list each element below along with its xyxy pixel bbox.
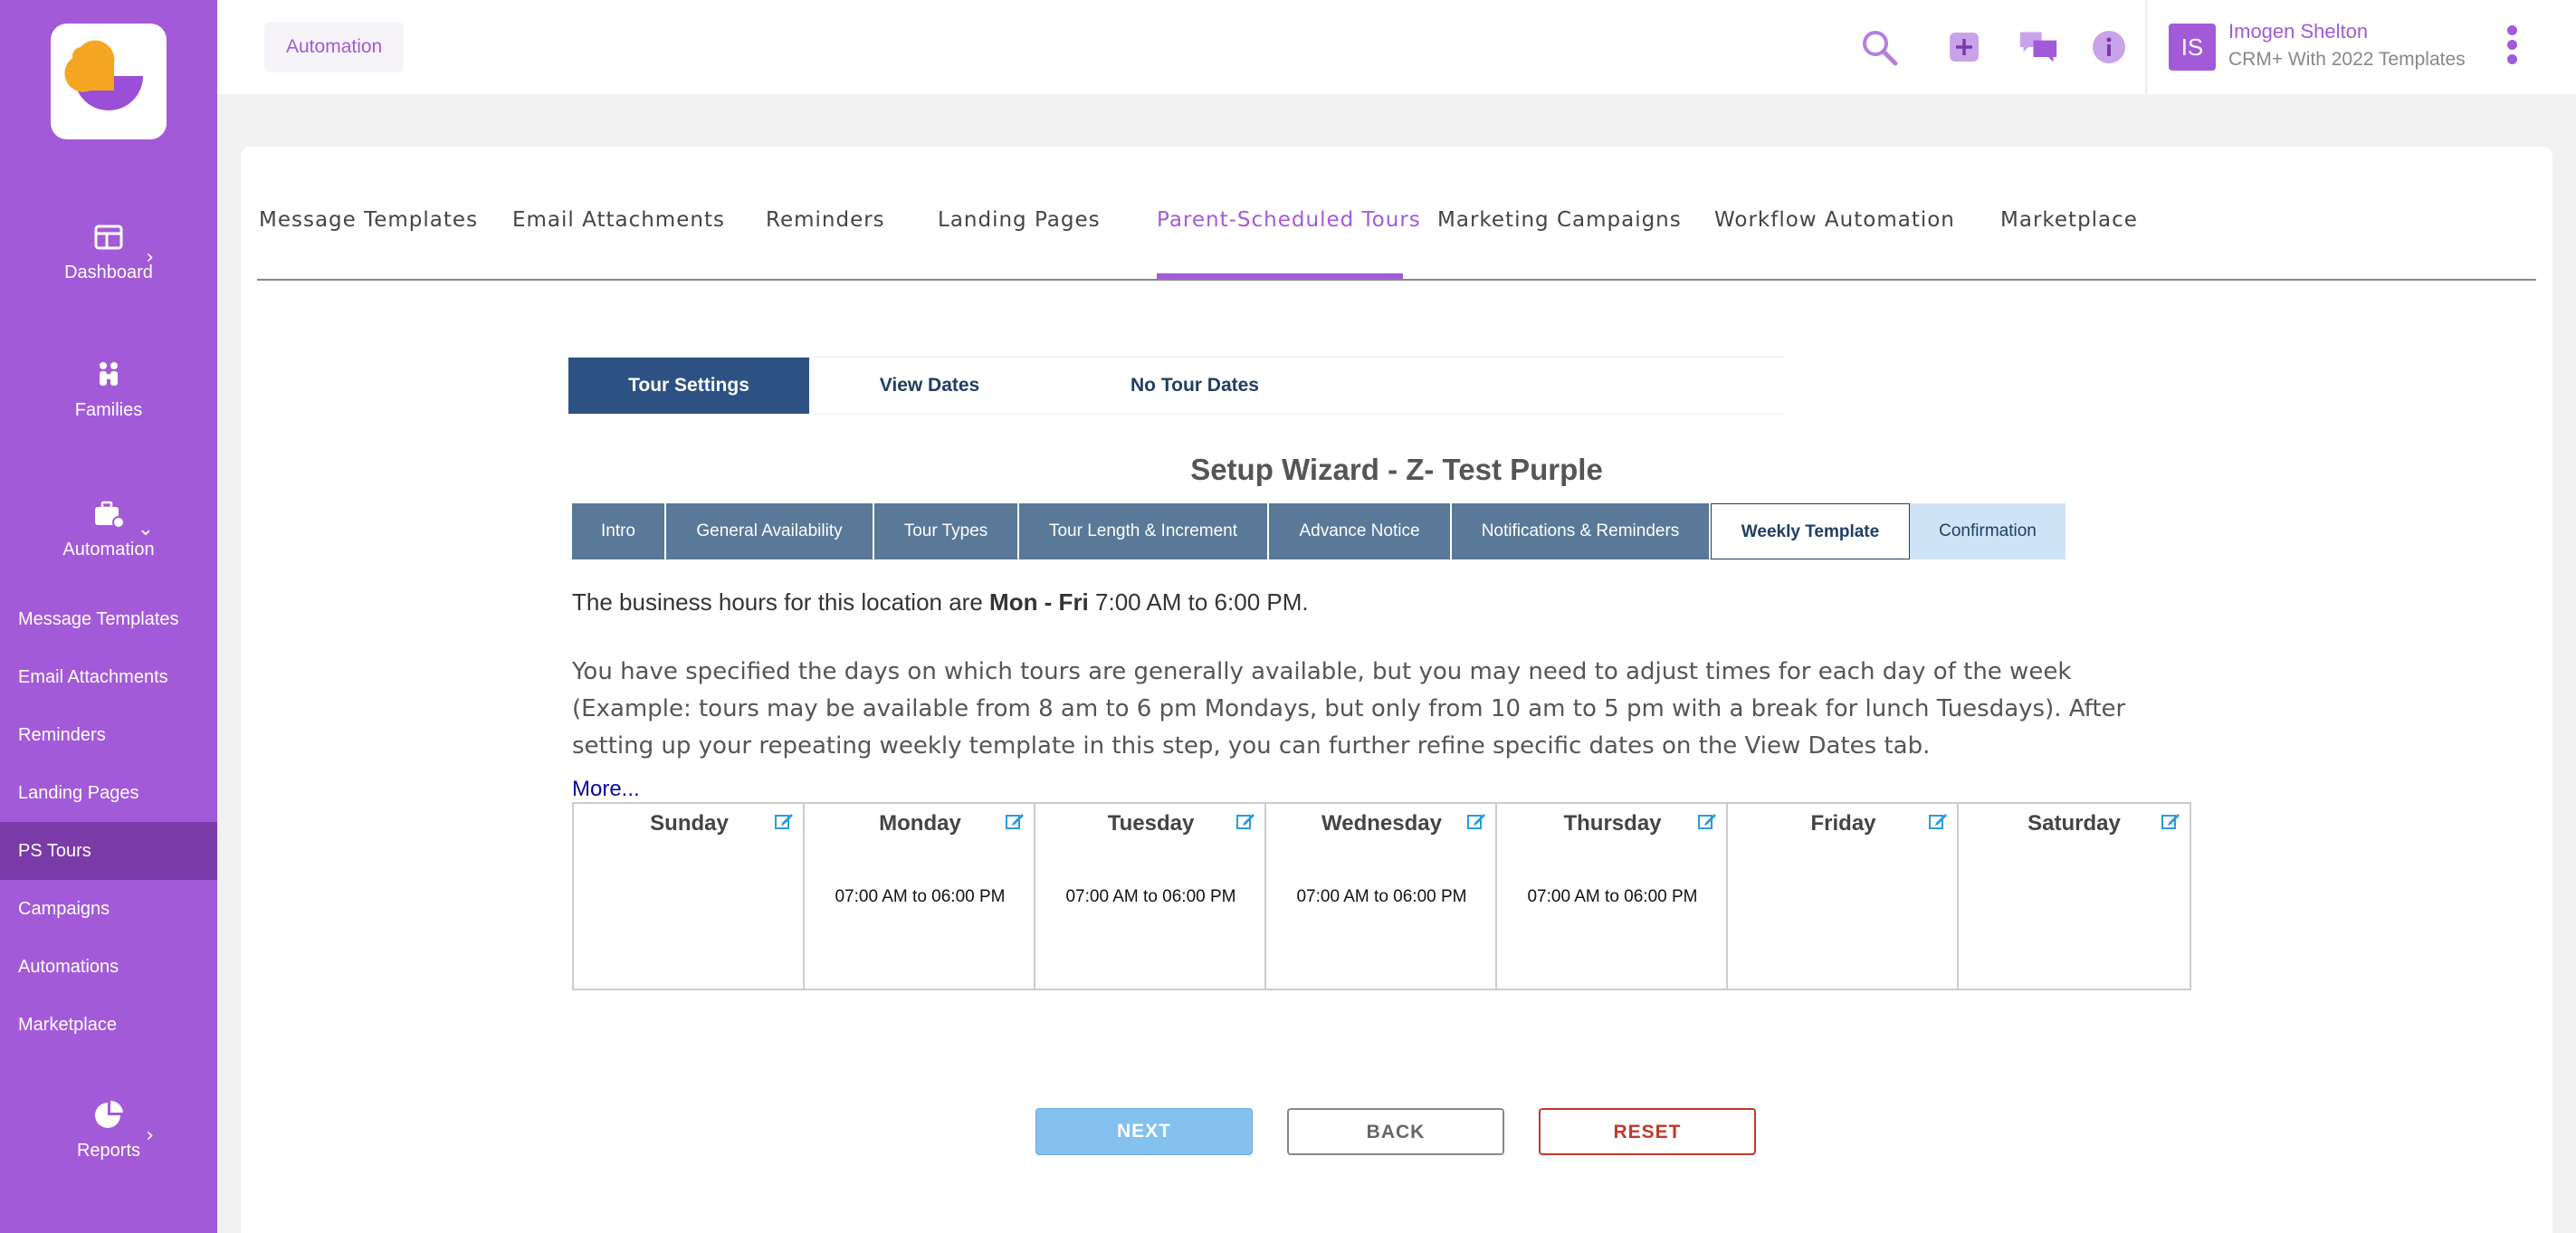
day-column-friday: Friday [1728,804,1959,989]
sidebar-item-label: Automation [62,540,155,559]
app-logo[interactable] [51,24,167,139]
tab-marketing-campaigns[interactable]: Marketing Campaigns [1437,208,1682,232]
sidebar-item-label: Reports [76,1141,141,1161]
module-tabs: Message Templates Email Attachments Remi… [257,147,2536,281]
back-button[interactable]: BACK [1287,1108,1504,1155]
header-divider [2145,0,2147,94]
sub-tabs: Tour Settings View Dates No Tour Dates [568,357,1785,415]
business-hours-days: Mon - Fri [989,588,1089,616]
day-hours: 07:00 AM to 06:00 PM [1527,887,1698,906]
step-description: You have specified the days on which tou… [572,658,2126,760]
active-tab-indicator [1157,273,1403,279]
briefcase-icon [95,501,125,529]
tab-marketplace[interactable]: Marketplace [2000,208,2138,232]
day-hours: 07:00 AM to 06:00 PM [835,887,1006,906]
chevron-down-icon: ⌄ [137,518,154,540]
more-link[interactable]: More... [572,777,640,802]
edit-icon[interactable] [774,811,794,831]
tab-landing-pages[interactable]: Landing Pages [938,208,1101,232]
sidebar-item-automation[interactable]: ⌄ Automation [0,498,217,560]
chevron-right-icon: › [146,246,154,269]
day-name: Thursday [1563,811,1662,836]
step-intro[interactable]: Intro [572,503,666,559]
day-column-wednesday: Wednesday 07:00 AM to 06:00 PM [1266,804,1497,989]
tab-reminders[interactable]: Reminders [766,208,885,232]
day-name: Wednesday [1321,811,1442,836]
user-name[interactable]: Imogen Shelton [2228,20,2368,43]
day-column-monday: Monday 07:00 AM to 06:00 PM [805,804,1035,989]
dashboard-icon [94,225,123,250]
sidebar-link-campaigns[interactable]: Campaigns [0,880,217,938]
business-hours-text: The business hours for this location are… [572,588,1309,616]
day-hours: 07:00 AM to 06:00 PM [1296,887,1467,906]
edit-icon[interactable] [1928,811,1948,831]
day-name: Saturday [2027,811,2121,836]
weekly-template-grid: Sunday Monday 07:00 AM to 06:00 PM Tuesd… [572,802,2191,990]
avatar[interactable]: IS [2169,24,2216,71]
edit-icon[interactable] [1697,811,1717,831]
day-name: Friday [1810,811,1876,836]
day-column-tuesday: Tuesday 07:00 AM to 06:00 PM [1035,804,1266,989]
tab-workflow-automation[interactable]: Workflow Automation [1714,208,1955,232]
sidebar-link-marketplace[interactable]: Marketplace [0,996,217,1054]
step-advance-notice[interactable]: Advance Notice [1269,503,1452,559]
sidebar-link-email-attachments[interactable]: Email Attachments [0,648,217,706]
sidebar-link-reminders[interactable]: Reminders [0,706,217,764]
tab-message-templates[interactable]: Message Templates [259,208,478,232]
day-name: Monday [879,811,961,836]
chevron-right-icon: › [146,1124,154,1147]
day-name: Tuesday [1107,811,1195,836]
next-button[interactable]: NEXT [1035,1108,1253,1155]
sidebar-item-label: Families [74,400,143,420]
step-tour-length[interactable]: Tour Length & Increment [1019,503,1269,559]
sidebar-item-label: Dashboard [64,263,153,282]
day-column-saturday: Saturday [1959,804,2190,989]
step-weekly-template[interactable]: Weekly Template [1711,503,1910,559]
sidebar-item-reports[interactable]: › Reports [0,1099,217,1161]
user-plan: CRM+ With 2022 Templates [2228,49,2466,70]
chat-icon[interactable] [2018,27,2058,67]
logo-icon [64,40,143,110]
edit-icon[interactable] [1466,811,1486,831]
info-icon[interactable] [2089,27,2129,67]
edit-icon[interactable] [2161,811,2180,831]
reset-button[interactable]: RESET [1539,1108,1756,1155]
sidebar-link-automations[interactable]: Automations [0,938,217,996]
edit-icon[interactable] [1236,811,1255,831]
sidebar: › Dashboard Families ⌄ Automation Messag… [0,0,217,1233]
sidebar-item-dashboard[interactable]: › Dashboard [0,221,217,283]
step-tour-types[interactable]: Tour Types [874,503,1019,559]
breadcrumb[interactable]: Automation [264,22,405,72]
main-card: Message Templates Email Attachments Remi… [241,147,2552,1233]
search-icon[interactable] [1859,27,1899,67]
sidebar-link-landing-pages[interactable]: Landing Pages [0,764,217,822]
subtab-no-tour-dates[interactable]: No Tour Dates [1050,358,1340,414]
top-bar: Automation IS Imogen Shelton CRM+ With 2… [217,0,2576,94]
business-hours-range: 7:00 AM to 6:00 PM. [1088,588,1309,616]
step-confirmation[interactable]: Confirmation [1910,503,2066,559]
add-icon[interactable] [1944,27,1984,67]
edit-icon[interactable] [1005,811,1025,831]
family-icon [100,362,118,386]
sidebar-item-families[interactable]: Families [0,358,217,421]
day-name: Sunday [650,811,729,836]
subtab-view-dates[interactable]: View Dates [809,358,1050,414]
business-hours-prefix: The business hours for this location are [572,588,990,616]
pie-chart-icon [95,1101,123,1128]
tab-parent-scheduled-tours[interactable]: Parent-Scheduled Tours [1157,208,1421,232]
sidebar-link-ps-tours[interactable]: PS Tours [0,822,217,880]
subtab-tour-settings[interactable]: Tour Settings [568,358,809,414]
step-notifications[interactable]: Notifications & Reminders [1452,503,1711,559]
day-hours: 07:00 AM to 06:00 PM [1065,887,1236,906]
tab-email-attachments[interactable]: Email Attachments [512,208,725,232]
step-general-availability[interactable]: General Availability [666,503,874,559]
more-menu-icon[interactable] [2504,25,2519,69]
day-column-sunday: Sunday [574,804,805,989]
wizard-title: Setup Wizard - Z- Test Purple [1190,453,1603,486]
sidebar-link-message-templates[interactable]: Message Templates [0,590,217,648]
day-column-thursday: Thursday 07:00 AM to 06:00 PM [1497,804,1728,989]
